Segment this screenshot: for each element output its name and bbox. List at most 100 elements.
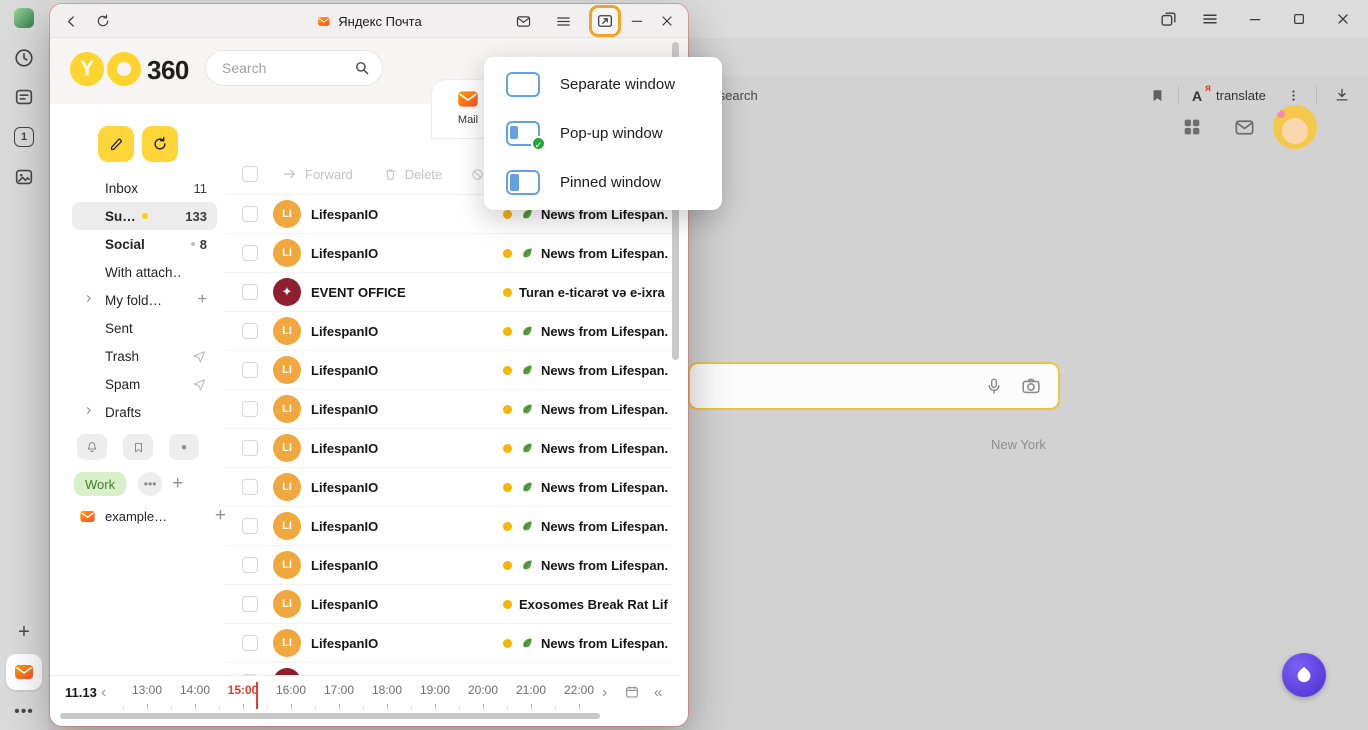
message-checkbox[interactable] <box>242 635 258 651</box>
message-row[interactable]: LILifespanIONews from Lifespan. <box>225 312 672 351</box>
bookmark-chip-icon[interactable] <box>123 434 153 460</box>
horizontal-scrollbar[interactable] <box>60 713 600 719</box>
message-row[interactable]: ✦EVENT OFFICETuran e-ticarət və e-ixra <box>225 273 672 312</box>
timeline-collapse-icon[interactable]: « <box>654 684 662 701</box>
message-row[interactable]: LILifespanIONews from Lifespan. <box>225 468 672 507</box>
refresh-button[interactable] <box>142 126 178 162</box>
message-row[interactable]: LILifespanIONews from Lifespan. <box>225 429 672 468</box>
message-checkbox[interactable] <box>242 284 258 300</box>
mail-search-box[interactable] <box>205 50 383 86</box>
message-checkbox[interactable] <box>242 323 258 339</box>
add-folder-icon[interactable]: + <box>198 292 207 308</box>
timeline-calendar-icon[interactable] <box>624 684 640 700</box>
timeline-time: 16:00 <box>267 676 315 712</box>
window-mode-button[interactable] <box>592 8 618 34</box>
side-panels-icon[interactable] <box>1156 7 1180 31</box>
forward-button[interactable]: Forward <box>282 166 353 182</box>
timeline-prev-icon[interactable]: ‹ <box>101 684 106 702</box>
message-row[interactable]: LILifespanIONews from Lifespan. <box>225 390 672 429</box>
history-clock-icon[interactable] <box>13 47 35 69</box>
count-dot <box>191 242 195 246</box>
message-row[interactable]: LILifespanIONews from Lifespan. <box>225 351 672 390</box>
images-icon[interactable] <box>13 166 35 188</box>
bookmark-flag-icon[interactable] <box>1145 83 1169 107</box>
voice-search-icon[interactable] <box>984 376 1004 396</box>
delete-button[interactable]: Delete <box>383 167 443 182</box>
folder-item-spam[interactable]: Spam <box>72 370 217 398</box>
rail-more-icon[interactable]: ••• <box>14 703 34 721</box>
unread-mail-icon[interactable] <box>510 8 536 34</box>
account-row[interactable]: example… + <box>78 504 226 528</box>
page-search-box[interactable] <box>688 362 1060 410</box>
address-more-icon[interactable] <box>1281 83 1305 107</box>
add-label-icon[interactable]: + <box>172 473 183 495</box>
unread-filter-icon[interactable]: ● <box>169 434 199 460</box>
message-row[interactable]: LILifespanIONews from Lifespan. <box>225 507 672 546</box>
folder-item-drafts[interactable]: ›Drafts <box>72 398 217 426</box>
folder-item-with-attach[interactable]: With attach… <box>72 258 217 286</box>
timeline-next-icon[interactable]: › <box>602 684 607 702</box>
notifications-bell-icon[interactable] <box>77 434 107 460</box>
feed-icon[interactable] <box>13 86 35 108</box>
profile-avatar[interactable] <box>14 8 34 28</box>
message-checkbox[interactable] <box>242 440 258 456</box>
yandex-mail-app-icon[interactable] <box>6 654 42 690</box>
message-subject: News from Lifespan. <box>541 480 672 495</box>
alice-assistant-button[interactable] <box>1282 653 1326 697</box>
popup-menu-icon[interactable] <box>550 8 576 34</box>
search-icon[interactable] <box>353 59 371 77</box>
window-maximize-button[interactable] <box>1287 7 1311 31</box>
message-subject: News from Lifespan. <box>541 246 672 261</box>
message-checkbox[interactable] <box>242 596 258 612</box>
message-row[interactable]: LILifespanIONews from Lifespan. <box>225 546 672 585</box>
leaf-icon <box>520 363 534 377</box>
window-close-button[interactable] <box>1331 7 1355 31</box>
label-more-icon[interactable]: ••• <box>138 472 162 496</box>
page-mail-icon[interactable] <box>1232 115 1256 139</box>
message-checkbox[interactable] <box>242 518 258 534</box>
message-row[interactable]: LILifespanIONews from Lifespan. <box>225 624 672 663</box>
folder-item-sent[interactable]: Sent <box>72 314 217 342</box>
user-avatar[interactable] <box>1273 105 1317 149</box>
select-all-checkbox[interactable] <box>242 166 258 182</box>
location-hint[interactable]: New York <box>991 437 1046 452</box>
image-search-icon[interactable] <box>1020 375 1042 397</box>
yandex-360-logo-y[interactable]: Y <box>70 52 104 86</box>
message-checkbox[interactable] <box>242 206 258 222</box>
folder-item-su[interactable]: Su…133 <box>72 202 217 230</box>
window-minimize-button[interactable] <box>1243 7 1267 31</box>
add-panel-icon[interactable]: + <box>18 621 30 644</box>
unread-dot <box>503 288 512 297</box>
folder-item-my-fold[interactable]: ›My fold…+ <box>72 286 217 314</box>
message-checkbox[interactable] <box>242 479 258 495</box>
message-row[interactable]: LILifespanIOExosomes Break Rat Lif <box>225 585 672 624</box>
folder-item-trash[interactable]: Trash <box>72 342 217 370</box>
day-timeline[interactable]: 11.13 ‹ 13:0014:0015:0016:0017:0018:0019… <box>50 675 680 712</box>
unread-dot <box>503 366 512 375</box>
message-checkbox[interactable] <box>242 401 258 417</box>
message-checkbox[interactable] <box>242 557 258 573</box>
mail-search-input[interactable] <box>206 60 336 76</box>
menu-item-pinned-window[interactable]: Pinned window <box>484 158 722 207</box>
popup-minimize-button[interactable] <box>624 8 650 34</box>
message-checkbox[interactable] <box>242 362 258 378</box>
message-row[interactable]: LILifespanIONews from Lifespan. <box>225 234 672 273</box>
translate-button[interactable]: Aя translate <box>1186 81 1272 109</box>
folder-item-inbox[interactable]: Inbox11 <box>72 174 217 202</box>
label-work[interactable]: Work <box>74 472 126 496</box>
tab-counter-badge[interactable]: 1 <box>14 127 34 147</box>
browser-menu-icon[interactable] <box>1198 7 1222 31</box>
trash-icon <box>383 167 398 182</box>
folder-item-social[interactable]: Social8 <box>72 230 217 258</box>
menu-item-separate-window[interactable]: Separate window <box>484 60 722 109</box>
message-checkbox[interactable] <box>242 245 258 261</box>
apps-grid-icon[interactable] <box>1180 115 1204 139</box>
message-row[interactable]: ✦ <box>225 663 672 675</box>
back-icon[interactable] <box>58 8 84 34</box>
compose-button[interactable] <box>98 126 134 162</box>
reload-icon[interactable] <box>90 8 116 34</box>
downloads-icon[interactable] <box>1330 83 1354 107</box>
menu-item-pop-up-window[interactable]: ✓Pop-up window <box>484 109 722 158</box>
popup-close-button[interactable] <box>654 8 680 34</box>
leaf-icon <box>520 480 534 494</box>
